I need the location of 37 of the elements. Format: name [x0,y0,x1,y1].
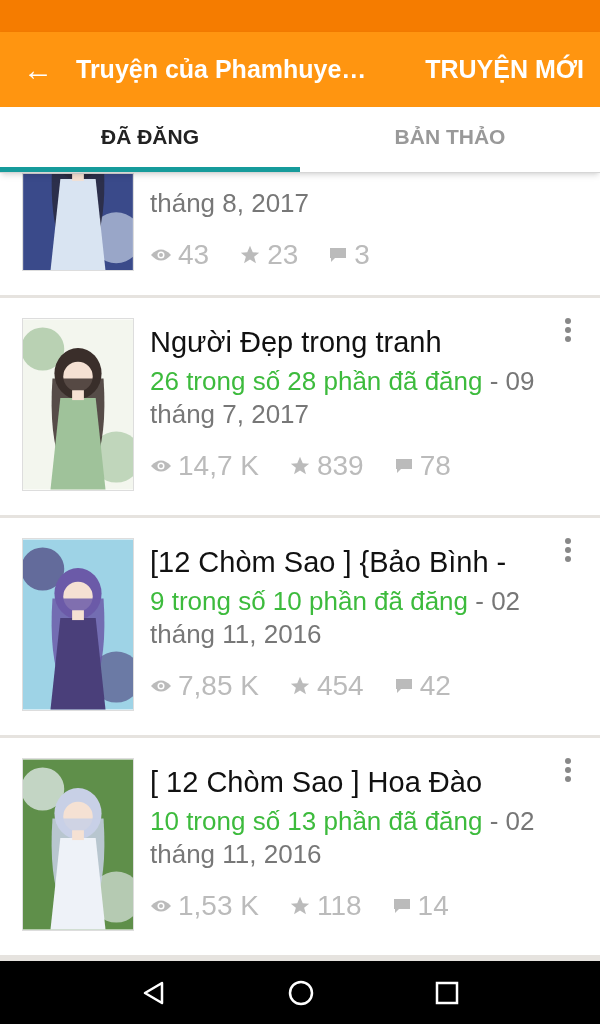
more-icon[interactable] [564,318,572,342]
story-status: 26 trong số 28 phần đã đăng - 09 tháng 7, 2017 [150,365,536,431]
recents-icon[interactable] [435,981,460,1005]
more-icon[interactable] [564,538,572,562]
comment-count: 14 [417,889,449,923]
comment-count: 42 [419,669,451,703]
story-title: [ 12 Chòm Sao ] Hoa Đào [150,766,483,798]
story-status: 10 trong số 13 phần đã đăng - 02 tháng 11, 2016 [150,805,536,871]
vote-count: 839 [316,449,364,483]
vote-count: 454 [316,669,364,703]
more-icon[interactable] [564,758,572,782]
story-card[interactable]: Người Đẹp trong tranh 26 trong số 28 phần đã đăng - 09 tháng 7, 2017 14,7 K 839 78 [0,298,600,515]
home-icon[interactable] [288,980,314,1006]
story-card[interactable]: [ 12 Chòm Sao ] Hoa Đào 10 trong số 13 phần đã đăng - 02 tháng 11, 2016 1,53 K 118 14 [0,738,600,955]
eye-icon [150,898,172,914]
comment-icon [328,246,349,264]
story-card[interactable]: [12 Chòm Sao ] {Bảo Bình - 9 trong số 10 phần đã đăng - 02 tháng 11, 2016 7,85 K 454 42 [0,518,600,735]
read-count: 7,85 K [178,669,259,703]
eye-icon [150,247,172,263]
read-count: 14,7 K [178,449,259,483]
story-title: [12 Chòm Sao ] {Bảo Bình - [150,546,507,578]
story-status: tháng 8, 2017 [150,187,311,220]
read-count: 1,53 K [178,889,259,923]
vote-count: 118 [316,889,362,923]
story-card[interactable]: tháng 8, 2017 43 23 3 [0,173,600,295]
eye-icon [150,458,172,474]
comment-icon [393,677,414,695]
read-count: 43 [178,238,210,272]
comment-count: 3 [354,238,370,272]
eye-icon [150,678,172,694]
story-title: Người Đẹp trong tranh [150,326,442,358]
comment-icon [391,897,412,915]
vote-count: 23 [267,238,299,272]
app-title: Truyện của Phamhuye… [76,53,368,85]
comment-icon [393,457,414,475]
story-status: 9 trong số 10 phần đã đăng - 02 tháng 11, 2016 [150,585,522,651]
comment-count: 78 [419,449,451,483]
